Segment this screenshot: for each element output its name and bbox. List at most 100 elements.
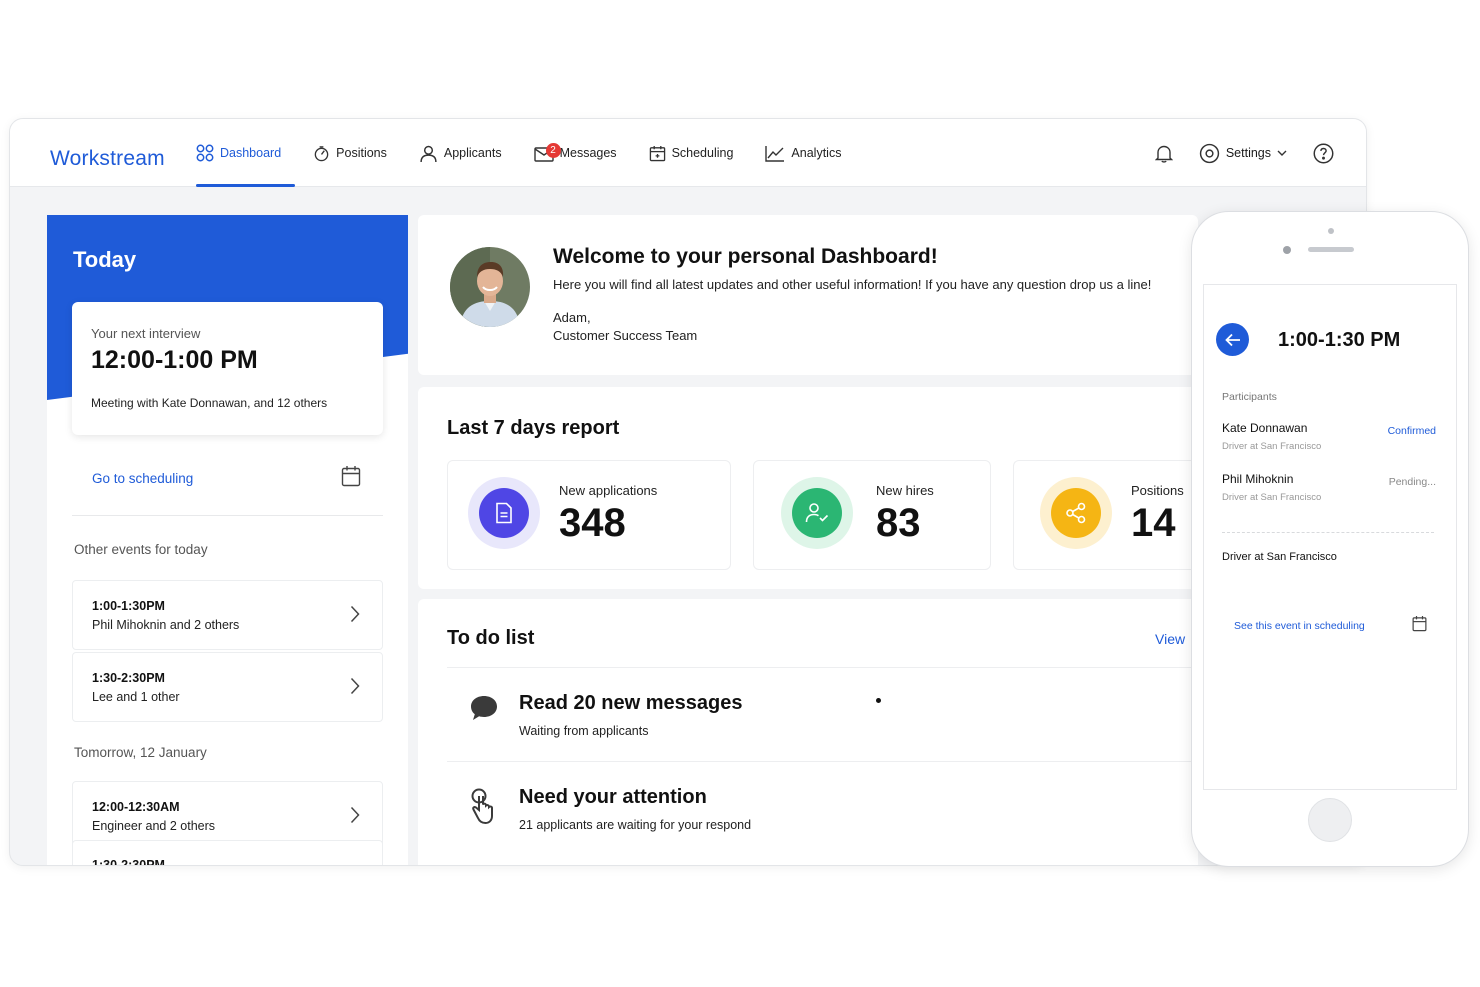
stat-dot	[479, 488, 529, 538]
stat-value: 83	[876, 501, 921, 545]
phone-camera	[1328, 228, 1334, 234]
main-nav: Dashboard Positions Applicants 2 Message…	[196, 119, 873, 187]
event-desc: Engineer and 2 others	[92, 819, 216, 833]
unread-dot	[876, 698, 881, 703]
todo-title: To do list	[447, 627, 535, 649]
event-item[interactable]: 1:00-1:30PM Phil Mihoknin and 2 others	[72, 580, 383, 650]
event-desc: Lee and 1 other	[92, 690, 180, 704]
stat-dot	[792, 488, 842, 538]
todo-item-title: Read 20 new messages	[519, 692, 743, 714]
stat-value: 348	[559, 501, 626, 545]
divider	[1222, 532, 1434, 533]
phone-mockup: 1:00-1:30 PM Participants Kate Donnawan …	[1191, 211, 1469, 867]
nav-positions-label: Positions	[336, 146, 387, 160]
welcome-title: Welcome to your personal Dashboard!	[553, 245, 938, 268]
next-interview-desc: Meeting with Kate Donnawan, and 12 other…	[91, 396, 328, 410]
settings-menu[interactable]: Settings	[1199, 143, 1287, 164]
event-desc: Phil Mihoknin and 2 others	[92, 618, 240, 632]
event-time: 12:00-12:30AM	[92, 800, 180, 814]
stat-positions[interactable]: Positions 14	[1013, 460, 1198, 570]
messages-badge: 2	[545, 143, 561, 158]
participants-label: Participants	[1222, 391, 1277, 403]
avatar	[450, 247, 530, 327]
stat-ring	[468, 477, 540, 549]
home-button[interactable]	[1308, 798, 1352, 842]
event-item[interactable]: 1:30-2:30PM	[72, 840, 383, 866]
stat-new-applications[interactable]: New applications 348	[447, 460, 731, 570]
user-check-icon	[805, 503, 829, 523]
stat-dot	[1051, 488, 1101, 538]
bell-icon[interactable]	[1154, 144, 1173, 163]
chevron-right-icon	[350, 605, 360, 623]
next-interview-card[interactable]: Your next interview 12:00-1:00 PM Meetin…	[72, 302, 383, 435]
nav-analytics[interactable]: Analytics	[765, 119, 855, 187]
nav-scheduling-label: Scheduling	[671, 146, 734, 160]
phone-speaker	[1308, 247, 1354, 252]
event-time: 1:00-1:30PM	[92, 599, 165, 613]
nav-applicants-label: Applicants	[443, 146, 502, 160]
welcome-text: Here you will find all latest updates an…	[553, 277, 1152, 292]
phone-event-time: 1:00-1:30 PM	[1278, 329, 1401, 351]
stat-label: New applications	[559, 483, 658, 498]
touch-icon	[471, 788, 493, 825]
nav-dashboard-label: Dashboard	[220, 146, 282, 160]
todo-item[interactable]: Read 20 new messages Waiting from applic…	[447, 667, 1198, 761]
dashboard-icon	[196, 144, 214, 162]
stat-new-hires[interactable]: New hires 83	[753, 460, 991, 570]
divider	[72, 515, 383, 516]
participant-status: Pending...	[1388, 476, 1436, 488]
nav-messages[interactable]: 2 Messages	[533, 119, 631, 187]
event-item[interactable]: 1:30-2:30PM Lee and 1 other	[72, 652, 383, 722]
back-button[interactable]	[1216, 323, 1249, 356]
go-to-scheduling-link[interactable]: Go to scheduling	[92, 471, 193, 486]
nav-applicants[interactable]: Applicants	[419, 119, 516, 187]
welcome-signature-name: Adam,	[553, 310, 591, 325]
chat-bubble-icon	[471, 696, 497, 720]
nav-dashboard[interactable]: Dashboard	[196, 119, 296, 187]
event-time: 1:30-2:30PM	[92, 858, 165, 866]
help-icon[interactable]	[1313, 143, 1334, 164]
settings-label: Settings	[1225, 146, 1271, 160]
phone-sensor	[1283, 246, 1291, 254]
next-interview-label: Your next interview	[91, 326, 201, 341]
arrow-left-icon	[1224, 333, 1240, 346]
todo-view-link[interactable]: View	[1155, 631, 1185, 647]
welcome-card: Welcome to your personal Dashboard! Here…	[418, 215, 1198, 375]
participant-role: Driver at San Francisco	[1222, 492, 1322, 503]
nav-positions[interactable]: Positions	[313, 119, 401, 187]
next-interview-time: 12:00-1:00 PM	[91, 346, 258, 374]
phone-screen: 1:00-1:30 PM Participants Kate Donnawan …	[1203, 284, 1457, 790]
event-time: 1:30-2:30PM	[92, 671, 165, 685]
stat-label: Positions	[1131, 483, 1184, 498]
report-card: Last 7 days report New applications 348 …	[418, 387, 1198, 589]
tomorrow-title: Tomorrow, 12 January	[74, 745, 207, 760]
today-title: Today	[73, 247, 137, 272]
nav-scheduling[interactable]: Scheduling	[649, 119, 748, 187]
brand-logo[interactable]: Workstream	[50, 147, 165, 171]
todo-item-subtitle: 21 applicants are waiting for your respo…	[519, 818, 752, 832]
other-events-title: Other events for today	[74, 542, 208, 557]
calendar-icon[interactable]	[1412, 615, 1427, 632]
gear-icon	[1199, 143, 1219, 163]
today-panel: Today Your next interview 12:00-1:00 PM …	[47, 215, 408, 866]
stage: Workstream Dashboard Positions Applicant…	[0, 0, 1480, 987]
stat-ring	[1040, 477, 1112, 549]
participant-name: Kate Donnawan	[1222, 421, 1308, 435]
welcome-signature-team: Customer Success Team	[553, 328, 698, 343]
report-title: Last 7 days report	[447, 417, 620, 439]
participant-name: Phil Mihoknin	[1222, 472, 1294, 486]
participant-role: Driver at San Francisco	[1222, 441, 1322, 452]
analytics-icon	[765, 145, 785, 162]
stat-value: 14	[1131, 501, 1176, 545]
chevron-right-icon	[350, 806, 360, 824]
calendar-icon[interactable]	[341, 465, 361, 487]
desktop-window: Workstream Dashboard Positions Applicant…	[9, 118, 1367, 866]
todo-item-subtitle: Waiting from applicants	[519, 724, 649, 738]
see-event-link[interactable]: See this event in scheduling	[1234, 620, 1365, 632]
stat-ring	[781, 477, 853, 549]
event-location: Driver at San Francisco	[1222, 551, 1337, 563]
top-right-actions: Settings	[1154, 119, 1334, 187]
nav-analytics-label: Analytics	[791, 146, 842, 160]
todo-item[interactable]: Need your attention 21 applicants are wa…	[447, 761, 1198, 855]
chevron-right-icon	[350, 677, 360, 695]
